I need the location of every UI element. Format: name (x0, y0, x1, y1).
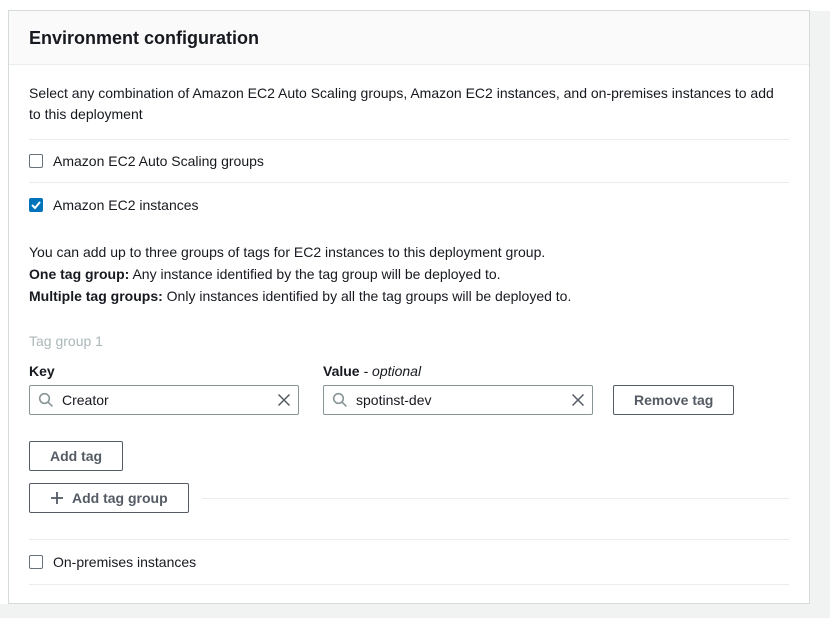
checkmark-icon (31, 200, 41, 210)
checkbox-row-on-premises: On-premises instances (29, 540, 789, 584)
plus-icon (50, 491, 64, 505)
add-tag-group-button[interactable]: Add tag group (29, 483, 189, 513)
ec2-instances-label: Amazon EC2 instances (53, 197, 199, 213)
on-premises-label: On-premises instances (53, 554, 196, 570)
panel-description: Select any combination of Amazon EC2 Aut… (29, 83, 789, 125)
key-clear-icon[interactable] (275, 391, 293, 409)
add-tag-group-label: Add tag group (72, 490, 168, 506)
page-gutter-bottom (0, 604, 830, 618)
panel-body: Select any combination of Amazon EC2 Aut… (9, 65, 809, 600)
key-label: Key (29, 363, 323, 379)
add-tag-group-rule (202, 498, 789, 499)
tag-help-line1: You can add up to three groups of tags f… (29, 241, 789, 263)
tag-inputs-row: Remove tag (29, 385, 789, 415)
add-tag-button[interactable]: Add tag (29, 441, 123, 471)
panel-header: Environment configuration (9, 11, 809, 65)
bottom-padding (29, 585, 789, 600)
value-label: Value - optional (323, 363, 421, 379)
ec2-instances-checkbox[interactable] (29, 198, 43, 212)
field-labels-row: Key Value - optional (29, 363, 789, 379)
page-gutter-right (810, 11, 830, 618)
tag-help-text: You can add up to three groups of tags f… (29, 241, 789, 307)
auto-scaling-checkbox[interactable] (29, 154, 43, 168)
key-input-wrap (29, 385, 299, 415)
tag-help-line2: One tag group: Any instance identified b… (29, 263, 789, 285)
environment-configuration-panel: Environment configuration Select any com… (8, 10, 810, 604)
auto-scaling-label: Amazon EC2 Auto Scaling groups (53, 153, 264, 169)
key-input[interactable] (29, 385, 299, 415)
remove-tag-button[interactable]: Remove tag (613, 385, 734, 415)
value-input[interactable] (323, 385, 593, 415)
tag-group-title: Tag group 1 (29, 333, 789, 349)
value-input-wrap (323, 385, 593, 415)
panel-title: Environment configuration (29, 28, 789, 49)
checkbox-row-auto-scaling: Amazon EC2 Auto Scaling groups (29, 140, 789, 182)
on-premises-checkbox[interactable] (29, 555, 43, 569)
value-clear-icon[interactable] (569, 391, 587, 409)
add-tag-group-row: Add tag group (29, 483, 789, 513)
checkbox-row-ec2-instances: Amazon EC2 instances (29, 183, 789, 227)
tag-help-line3: Multiple tag groups: Only instances iden… (29, 285, 789, 307)
